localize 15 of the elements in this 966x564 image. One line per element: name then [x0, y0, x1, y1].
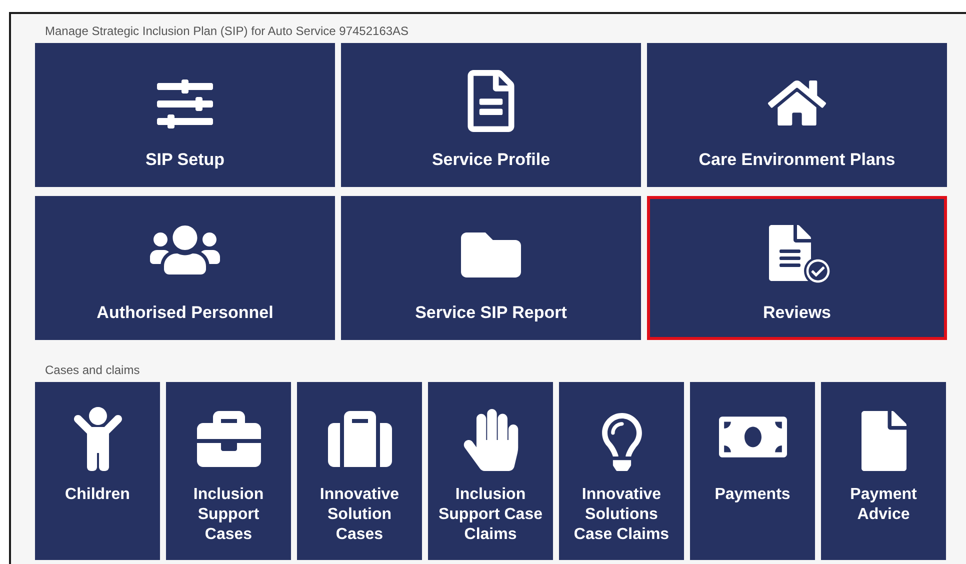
section-title: Cases and claims — [45, 363, 141, 377]
menu-tile[interactable]: Payment Advice — [821, 382, 946, 560]
menu-tile[interactable]: Care Environment Plans — [647, 43, 947, 187]
menu-tile[interactable]: Inclusion Support Cases — [166, 382, 291, 560]
section-title: Manage Strategic Inclusion Plan (SIP) for Auto Service 97452163AS — [45, 24, 410, 38]
menu-tile[interactable]: SIP Setup — [35, 43, 335, 187]
menu-tile[interactable]: Service Profile — [341, 43, 641, 187]
menu-tile[interactable]: Service SIP Report — [341, 196, 641, 340]
menu-tile[interactable]: Inclusion Support Case Claims — [428, 382, 553, 560]
menu-tile[interactable]: Reviews — [647, 196, 947, 340]
menu-tile[interactable]: Innovative Solution Cases — [297, 382, 422, 560]
menu-tile[interactable]: Payments — [690, 382, 815, 560]
menu-tile[interactable]: Innovative Solutions Case Claims — [559, 382, 684, 560]
menu-tile[interactable]: Authorised Personnel — [35, 196, 335, 340]
menu-tile[interactable]: Children — [35, 382, 160, 560]
